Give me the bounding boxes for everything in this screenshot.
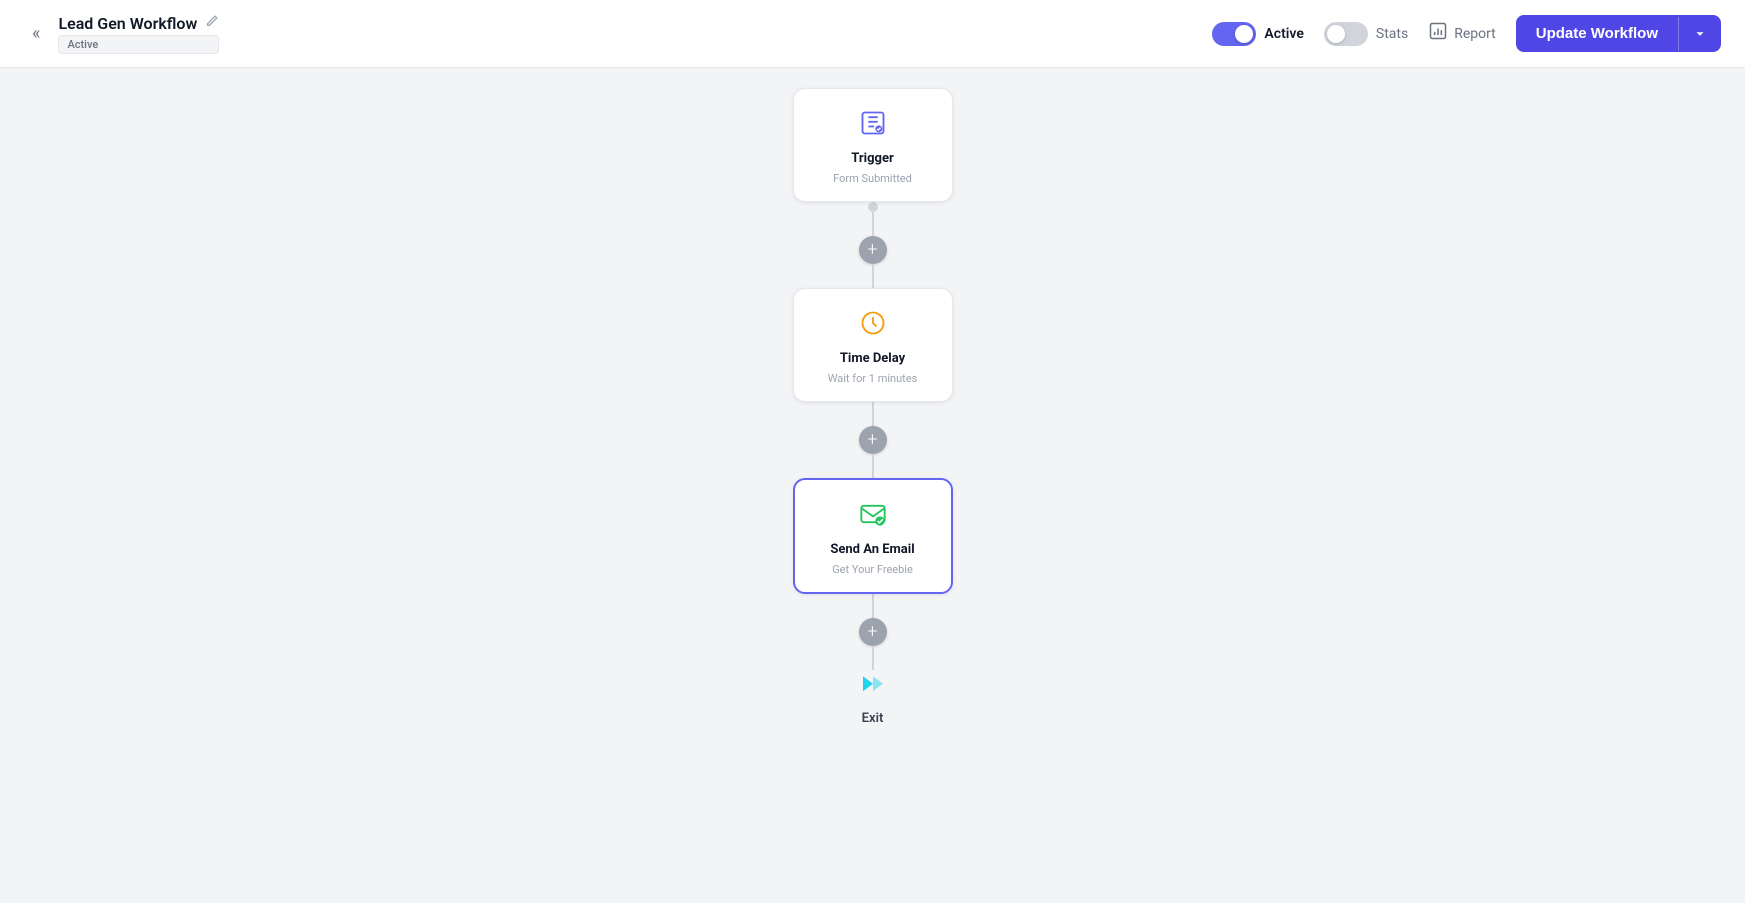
time-delay-node[interactable]: Time Delay Wait for 1 minutes <box>793 288 953 402</box>
trigger-title: Trigger <box>851 151 893 166</box>
send-email-icon <box>859 500 887 534</box>
connector-line-2 <box>872 264 874 288</box>
trigger-node[interactable]: Trigger Form Submitted <box>793 88 953 202</box>
active-label: Active <box>1264 26 1303 42</box>
send-email-subtitle: Get Your Freebie <box>832 563 913 576</box>
update-workflow-label: Update Workflow <box>1516 15 1678 52</box>
send-email-title: Send An Email <box>830 542 914 557</box>
workflow-title-text: Lead Gen Workflow <box>58 14 197 33</box>
exit-node[interactable]: Exit <box>858 670 888 726</box>
trigger-icon <box>859 109 887 143</box>
time-delay-title: Time Delay <box>840 351 905 366</box>
report-button[interactable]: Report <box>1428 21 1496 46</box>
edit-icon[interactable] <box>205 14 219 32</box>
trigger-subtitle: Form Submitted <box>833 172 912 185</box>
add-step-button-3[interactable]: + <box>859 618 887 646</box>
update-workflow-arrow-icon <box>1678 17 1721 51</box>
status-badge: Active <box>58 35 219 54</box>
workflow-diagram: Trigger Form Submitted + Time Delay Wait… <box>793 88 953 726</box>
time-delay-icon <box>859 309 887 343</box>
connector-line-5 <box>872 594 874 618</box>
connector-line-4 <box>872 454 874 478</box>
chevron-left-icon: « <box>32 23 40 44</box>
report-label: Report <box>1454 26 1496 42</box>
connector-dot-1 <box>868 202 878 212</box>
report-icon <box>1428 21 1448 46</box>
connector-line-3 <box>872 402 874 426</box>
workflow-title: Lead Gen Workflow <box>58 14 219 33</box>
workflow-canvas: Trigger Form Submitted + Time Delay Wait… <box>0 68 1745 903</box>
add-step-button-2[interactable]: + <box>859 426 887 454</box>
update-workflow-button[interactable]: Update Workflow <box>1516 15 1721 52</box>
stats-toggle[interactable] <box>1324 22 1368 46</box>
connector-line-1 <box>872 212 874 236</box>
exit-icon <box>858 670 888 707</box>
send-email-node[interactable]: Send An Email Get Your Freebie <box>793 478 953 594</box>
add-step-button-1[interactable]: + <box>859 236 887 264</box>
back-button[interactable]: « <box>24 19 48 48</box>
stats-label: Stats <box>1376 26 1408 42</box>
active-toggle[interactable] <box>1212 22 1256 46</box>
active-toggle-group: Active <box>1212 22 1303 46</box>
header: « Lead Gen Workflow Active Active <box>0 0 1745 68</box>
connector-line-6 <box>872 646 874 670</box>
time-delay-subtitle: Wait for 1 minutes <box>828 372 918 385</box>
header-right: Active Stats Report Update Workflow <box>1212 15 1721 52</box>
stats-toggle-group: Stats <box>1324 22 1408 46</box>
header-left: « Lead Gen Workflow Active <box>24 14 1212 54</box>
workflow-title-group: Lead Gen Workflow Active <box>58 14 219 54</box>
exit-label: Exit <box>862 711 884 726</box>
